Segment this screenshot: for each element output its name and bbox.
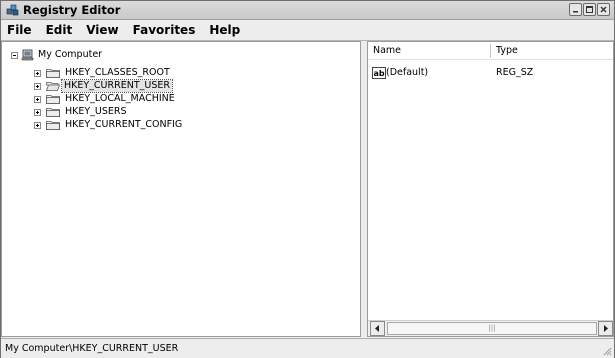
status-bar: My Computer\HKEY_CURRENT_USER	[1, 338, 614, 358]
arrow-left-icon	[375, 325, 379, 332]
expand-icon[interactable]	[34, 96, 41, 103]
window-title: Registry Editor	[23, 3, 121, 17]
menu-view[interactable]: View	[80, 23, 126, 37]
menu-file[interactable]: File	[1, 23, 40, 37]
folder-icon	[46, 69, 60, 78]
string-value-icon: ab	[372, 67, 386, 79]
minimize-icon	[573, 11, 578, 13]
expand-icon[interactable]	[34, 83, 41, 90]
tree-item-hkey-current-config[interactable]: HKEY_CURRENT_CONFIG	[2, 119, 222, 132]
close-icon	[600, 6, 607, 13]
tree-item-label: HKEY_CURRENT_USER	[61, 79, 173, 93]
value-row-default[interactable]: ab (Default) REG_SZ	[370, 67, 610, 81]
title-bar[interactable]: Registry Editor	[1, 1, 614, 20]
tree-root-my-computer[interactable]: My Computer	[2, 49, 202, 62]
folder-icon	[46, 95, 60, 104]
maximize-button[interactable]	[583, 3, 596, 16]
scroll-thumb[interactable]: |||	[387, 322, 597, 335]
menu-favorites[interactable]: Favorites	[127, 23, 204, 37]
registry-editor-icon	[6, 4, 19, 16]
scroll-left-button[interactable]	[370, 321, 385, 336]
scroll-right-button[interactable]	[598, 321, 613, 336]
folder-icon	[46, 121, 60, 130]
expand-icon[interactable]	[34, 109, 41, 116]
value-name: (Default)	[386, 67, 429, 78]
values-list-pane[interactable]: Name Type ab (Default) REG_SZ |||	[367, 41, 614, 337]
horizontal-scrollbar[interactable]: |||	[368, 320, 613, 336]
tree-item-label: HKEY_USERS	[65, 106, 127, 117]
tree-item-label: HKEY_LOCAL_MACHINE	[65, 93, 175, 104]
tree-item-hkey-users[interactable]: HKEY_USERS	[2, 106, 222, 119]
tree-item-hkey-local-machine[interactable]: HKEY_LOCAL_MACHINE	[2, 93, 222, 106]
minimize-button[interactable]	[569, 3, 582, 16]
status-path: My Computer\HKEY_CURRENT_USER	[5, 343, 179, 354]
menu-bar: File Edit View Favorites Help	[1, 20, 614, 41]
tree-item-hkey-classes-root[interactable]: HKEY_CLASSES_ROOT	[2, 67, 222, 80]
folder-icon	[46, 108, 60, 117]
tree-item-hkey-current-user[interactable]: HKEY_CURRENT_USER	[2, 79, 222, 93]
key-tree-pane[interactable]: My Computer HKEY_CLASSES_ROOT HKEY_CURRE…	[1, 41, 361, 337]
menu-help[interactable]: Help	[203, 23, 248, 37]
computer-icon	[21, 49, 34, 61]
registry-editor-window: Registry Editor File Edit View Favorites…	[0, 0, 615, 358]
window-controls	[569, 3, 610, 16]
menu-edit[interactable]: Edit	[40, 23, 81, 37]
tree-root-label: My Computer	[38, 49, 103, 60]
column-header-type[interactable]: Type	[491, 42, 613, 60]
tree-item-label: HKEY_CURRENT_CONFIG	[65, 119, 183, 130]
resize-grip-icon[interactable]	[602, 346, 612, 356]
tree-item-label: HKEY_CLASSES_ROOT	[65, 67, 170, 78]
maximize-icon	[586, 6, 593, 13]
expand-icon[interactable]	[34, 70, 41, 77]
arrow-right-icon	[604, 325, 608, 332]
column-header-name[interactable]: Name	[368, 42, 490, 60]
expand-icon[interactable]	[34, 122, 41, 129]
collapse-icon[interactable]	[11, 52, 18, 59]
open-folder-icon	[46, 82, 60, 91]
close-button[interactable]	[597, 3, 610, 16]
value-type: REG_SZ	[496, 67, 534, 78]
